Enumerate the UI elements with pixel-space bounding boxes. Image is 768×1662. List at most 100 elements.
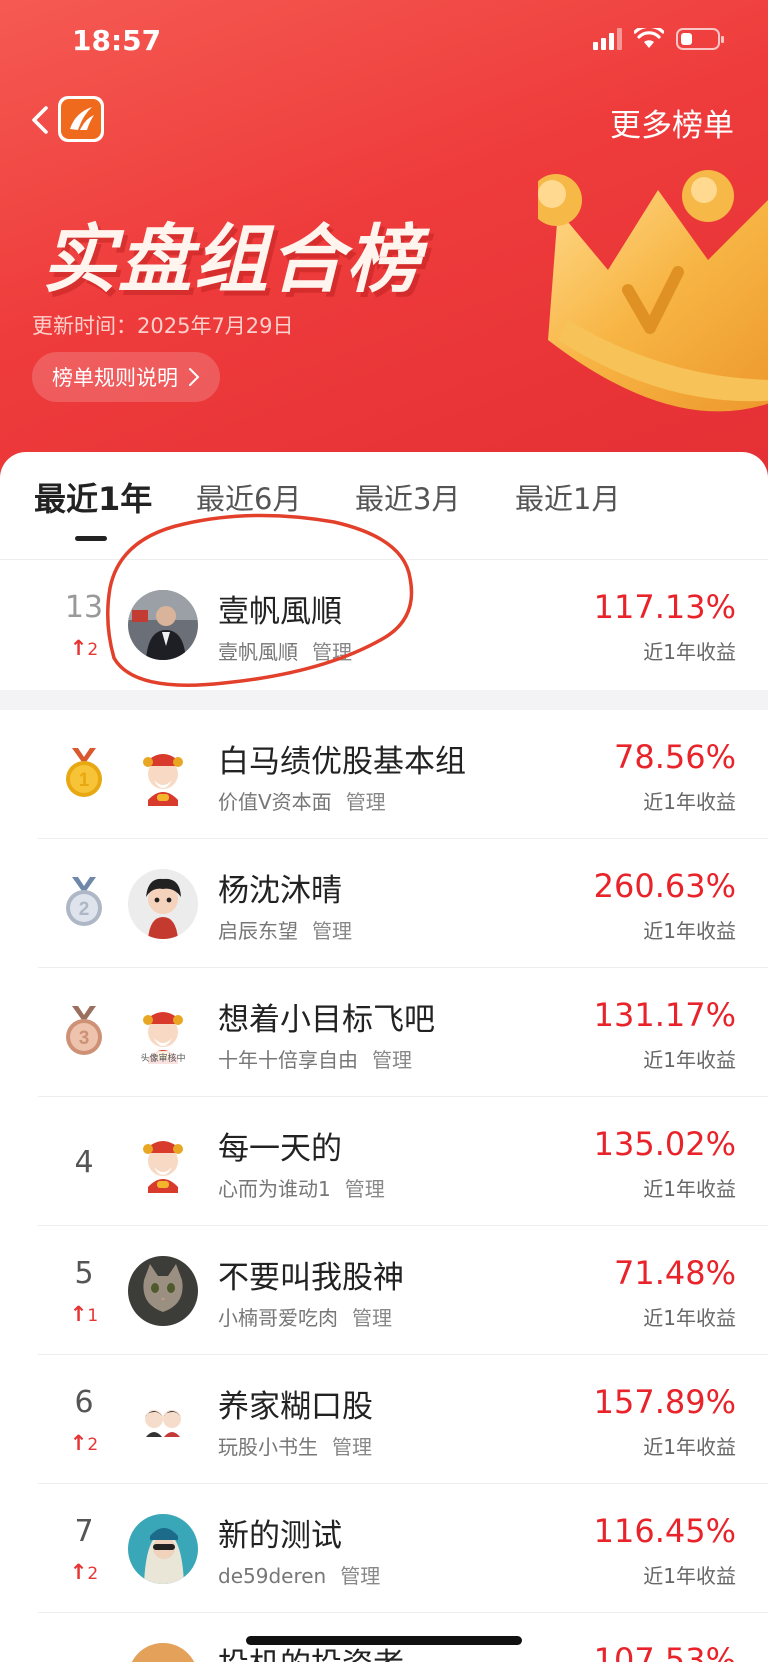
- silver-medal-icon: 2: [66, 877, 102, 926]
- avatar[interactable]: [128, 590, 198, 660]
- return-percent: 260.63%: [593, 867, 736, 905]
- avatar[interactable]: [128, 1385, 198, 1455]
- manage-tag[interactable]: 管理: [340, 1564, 380, 1588]
- avatar[interactable]: [128, 869, 198, 939]
- rank-number: 7: [74, 1514, 94, 1549]
- portfolio-name: 想着小目标飞吧: [218, 1002, 435, 1038]
- back-icon[interactable]: [22, 100, 62, 140]
- bronze-medal-icon: 3: [66, 1006, 102, 1055]
- return-label: 近1年收益: [643, 919, 736, 943]
- manage-tag[interactable]: 管理: [346, 790, 386, 814]
- svg-text:3: 3: [79, 1028, 90, 1049]
- portfolio-owner: 玩股小书生 管理: [218, 1435, 372, 1459]
- avatar-caption: 头像审核中: [128, 1051, 198, 1064]
- home-indicator: [246, 1636, 522, 1645]
- status-bar: 18:57: [0, 0, 768, 90]
- update-time: 更新时间：2025年7月29日: [32, 314, 294, 338]
- avatar[interactable]: [128, 1127, 198, 1197]
- ranking-row[interactable]: 1 白马绩优股基本组 价值V资本面 管理 78.56% 近1年收益: [0, 710, 768, 839]
- ranking-list: 1 白马绩优股基本组 价值V资本面 管理 78.56% 近1年收益 2 杨沈沐晴 启辰东望 管理 2…: [0, 710, 768, 1662]
- manage-tag[interactable]: 管理: [352, 1306, 392, 1330]
- portfolio-owner: 心而为谁动1 管理: [218, 1177, 385, 1201]
- return-percent: 117.13%: [593, 588, 736, 626]
- tab-1-month[interactable]: 最近1月: [515, 476, 620, 518]
- tab-6-months[interactable]: 最近6月: [196, 476, 301, 518]
- return-label: 近1年收益: [643, 1306, 736, 1330]
- portfolio-name: 新的测试: [218, 1518, 342, 1554]
- rank-up-arrow-icon: ↑: [69, 1431, 88, 1455]
- portfolio-owner: 启辰东望 管理: [218, 919, 352, 943]
- ranking-row[interactable]: 4 每一天的心而为谁动1 管理 135.02% 近1年收益: [0, 1097, 768, 1226]
- ranking-row[interactable]: 3 头像审核中 想着小目标飞吧 十年十倍享自由 管理 131.17% 近1年收益: [0, 968, 768, 1097]
- return-percent: 78.56%: [613, 738, 736, 776]
- avatar[interactable]: [128, 1514, 198, 1584]
- manage-tag[interactable]: 管理: [312, 919, 352, 943]
- ranking-row[interactable]: 5 ↑1 不要叫我股神 小楠哥爱吃肉 管理 71.48% 近1年收益: [0, 1226, 768, 1355]
- wifi-icon: [634, 28, 664, 48]
- portfolio-owner: 小楠哥爱吃肉 管理: [218, 1306, 392, 1330]
- ranking-panel: 最近1年 最近6月 最近3月 最近1月 13 ↑2 壹帆風順 壹帆風順 管理 11…: [0, 452, 768, 1662]
- section-divider: [0, 690, 768, 710]
- rank-up-arrow-icon: ↑: [69, 1560, 88, 1584]
- portfolio-name: 壹帆風順: [218, 594, 342, 630]
- status-time: 18:57: [72, 24, 162, 57]
- portfolio-name: 养家糊口股: [218, 1389, 373, 1425]
- manage-tag[interactable]: 管理: [332, 1435, 372, 1459]
- portfolio-owner: de59deren 管理: [218, 1564, 381, 1588]
- return-label: 近1年收益: [643, 1435, 736, 1459]
- svg-text:2: 2: [79, 899, 90, 920]
- return-percent: 157.89%: [593, 1383, 736, 1421]
- rank-change: ↑2: [69, 1560, 99, 1584]
- manage-tag[interactable]: 管理: [312, 640, 352, 664]
- return-percent: 135.02%: [593, 1125, 736, 1163]
- crown-icon: [538, 170, 768, 412]
- portfolio-name: 每一天的: [218, 1131, 342, 1167]
- ranking-row[interactable]: 2 杨沈沐晴启辰东望 管理 260.63% 近1年收益: [0, 839, 768, 968]
- avatar[interactable]: [128, 1256, 198, 1326]
- rank-up-arrow-icon: ↑: [69, 636, 88, 660]
- avatar[interactable]: [128, 740, 198, 810]
- rank-number: 6: [74, 1385, 94, 1420]
- my-portfolio-row[interactable]: 13 ↑2 壹帆風順 壹帆風順 管理 117.13% 近1年收益: [0, 560, 768, 690]
- rank-change: ↑2: [69, 1431, 99, 1455]
- more-rankings-link[interactable]: 更多榜单: [610, 100, 734, 145]
- rank-change: ↑1: [69, 1302, 99, 1326]
- portfolio-name: 杨沈沐晴: [218, 873, 342, 909]
- manage-tag[interactable]: 管理: [345, 1177, 385, 1201]
- avatar[interactable]: 头像审核中: [128, 998, 198, 1068]
- rank-number: 5: [74, 1256, 94, 1291]
- chevron-right-icon: [189, 368, 200, 386]
- svg-text:1: 1: [79, 770, 90, 791]
- rank-number: 13: [64, 590, 104, 625]
- manage-tag[interactable]: 管理: [372, 1048, 412, 1072]
- return-percent: 107.53%: [593, 1641, 736, 1662]
- battery-icon: [676, 28, 724, 50]
- return-percent: 116.45%: [593, 1512, 736, 1550]
- period-tabs: 最近1年 最近6月 最近3月 最近1月: [0, 452, 768, 560]
- tab-1-year[interactable]: 最近1年: [34, 474, 152, 520]
- page-title: 实盘组合榜: [42, 217, 422, 303]
- cellular-signal-icon: [593, 28, 622, 50]
- tab-indicator: [75, 536, 107, 541]
- rank-up-arrow-icon: ↑: [69, 1302, 88, 1326]
- return-label: 近1年收益: [643, 640, 736, 664]
- tab-3-months[interactable]: 最近3月: [355, 476, 460, 518]
- rank-change: ↑2: [69, 636, 99, 660]
- return-percent: 131.17%: [593, 996, 736, 1034]
- status-icons: [593, 28, 724, 50]
- return-label: 近1年收益: [643, 790, 736, 814]
- hero-banner: 18:57 更多榜单 实盘组合榜 更新时间：2025年7月29日 榜单规则说明: [0, 0, 768, 500]
- rules-button[interactable]: 榜单规则说明: [32, 352, 220, 402]
- portfolio-name: 不要叫我股神: [218, 1260, 404, 1296]
- nav-bar: 更多榜单: [0, 88, 768, 152]
- avatar[interactable]: [128, 1643, 198, 1662]
- return-label: 近1年收益: [643, 1177, 736, 1201]
- rank-number: 4: [74, 1145, 94, 1180]
- gold-medal-icon: 1: [66, 748, 102, 797]
- portfolio-owner: 壹帆風順 管理: [218, 640, 352, 664]
- portfolio-owner: 十年十倍享自由 管理: [218, 1048, 412, 1072]
- ranking-row[interactable]: 7 ↑2 新的测试 de59deren 管理 116.45% 近1年收益: [0, 1484, 768, 1613]
- ranking-row[interactable]: 6 ↑2 养家糊口股玩股小书生 管理 157.89% 近1年收益: [0, 1355, 768, 1484]
- rules-button-label: 榜单规则说明: [52, 366, 178, 390]
- app-logo-icon: [58, 96, 104, 142]
